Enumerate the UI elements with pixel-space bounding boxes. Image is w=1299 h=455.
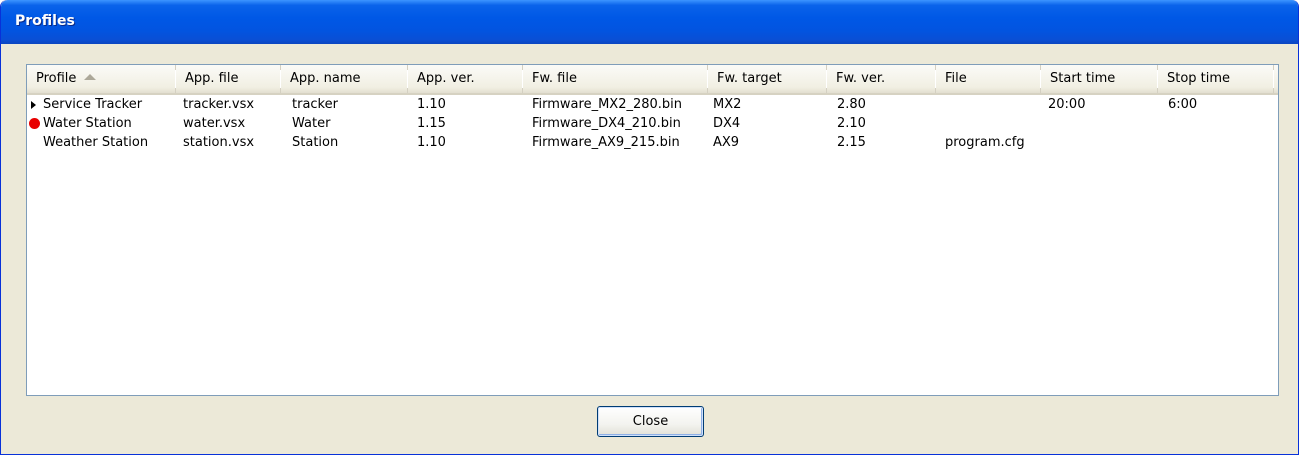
cell-app-name: Station [292, 135, 339, 150]
column-header-app-name[interactable]: App. name [281, 65, 408, 93]
column-header-start-time[interactable]: Start time [1041, 65, 1158, 93]
column-header-app-ver[interactable]: App. ver. [408, 65, 523, 93]
list-header: Profile App. file App. name App. ver. Fw… [27, 65, 1278, 95]
profiles-list[interactable]: Profile App. file App. name App. ver. Fw… [26, 64, 1279, 396]
cell-app-ver: 1.10 [417, 135, 446, 150]
cell-app-name: Water [292, 116, 331, 131]
cell-fw-target: DX4 [713, 116, 741, 131]
cell-app-file: tracker.vsx [183, 97, 255, 112]
table-row[interactable]: Water Station water.vsx Water 1.15 Firmw… [27, 115, 1278, 133]
cell-fw-ver: 2.80 [837, 97, 866, 112]
cell-fw-file: Firmware_AX9_215.bin [532, 135, 680, 150]
window-title: Profiles [15, 13, 75, 29]
cell-fw-target: MX2 [713, 97, 742, 112]
table-row[interactable]: Service Tracker tracker.vsx tracker 1.10… [27, 96, 1278, 114]
table-row[interactable]: Weather Station station.vsx Station 1.10… [27, 134, 1278, 152]
cell-stop-time: 6:00 [1168, 97, 1198, 112]
cell-file: program.cfg [945, 135, 1025, 150]
cell-profile: Weather Station [43, 135, 149, 150]
close-button[interactable]: Close [597, 406, 704, 437]
column-header-stop-time[interactable]: Stop time [1158, 65, 1274, 93]
cell-profile: Water Station [43, 116, 132, 131]
column-header-fw-file[interactable]: Fw. file [523, 65, 708, 93]
profiles-window: Profiles Profile App. file App. name App… [0, 0, 1299, 455]
cell-fw-file: Firmware_MX2_280.bin [532, 97, 683, 112]
cell-app-ver: 1.10 [417, 97, 446, 112]
cell-fw-file: Firmware_DX4_210.bin [532, 116, 681, 131]
cell-app-file: water.vsx [183, 116, 246, 131]
cell-start-time: 20:00 [1048, 97, 1086, 112]
cell-fw-ver: 2.10 [837, 116, 866, 131]
column-header-file[interactable]: File [936, 65, 1041, 93]
column-header-fw-target[interactable]: Fw. target [708, 65, 827, 93]
title-bar[interactable]: Profiles [1, 0, 1298, 44]
column-header-app-file[interactable]: App. file [176, 65, 281, 93]
sort-ascending-icon [84, 73, 97, 80]
play-arrow-icon [31, 101, 36, 109]
cell-fw-ver: 2.15 [837, 135, 866, 150]
cell-app-name: tracker [292, 97, 338, 112]
cell-app-ver: 1.15 [417, 116, 446, 131]
cell-app-file: station.vsx [183, 135, 255, 150]
cell-profile: Service Tracker [43, 97, 143, 112]
red-dot-icon [29, 118, 40, 129]
cell-fw-target: AX9 [713, 135, 740, 150]
column-header-fw-ver[interactable]: Fw. ver. [827, 65, 936, 93]
column-header-profile[interactable]: Profile [27, 65, 176, 93]
